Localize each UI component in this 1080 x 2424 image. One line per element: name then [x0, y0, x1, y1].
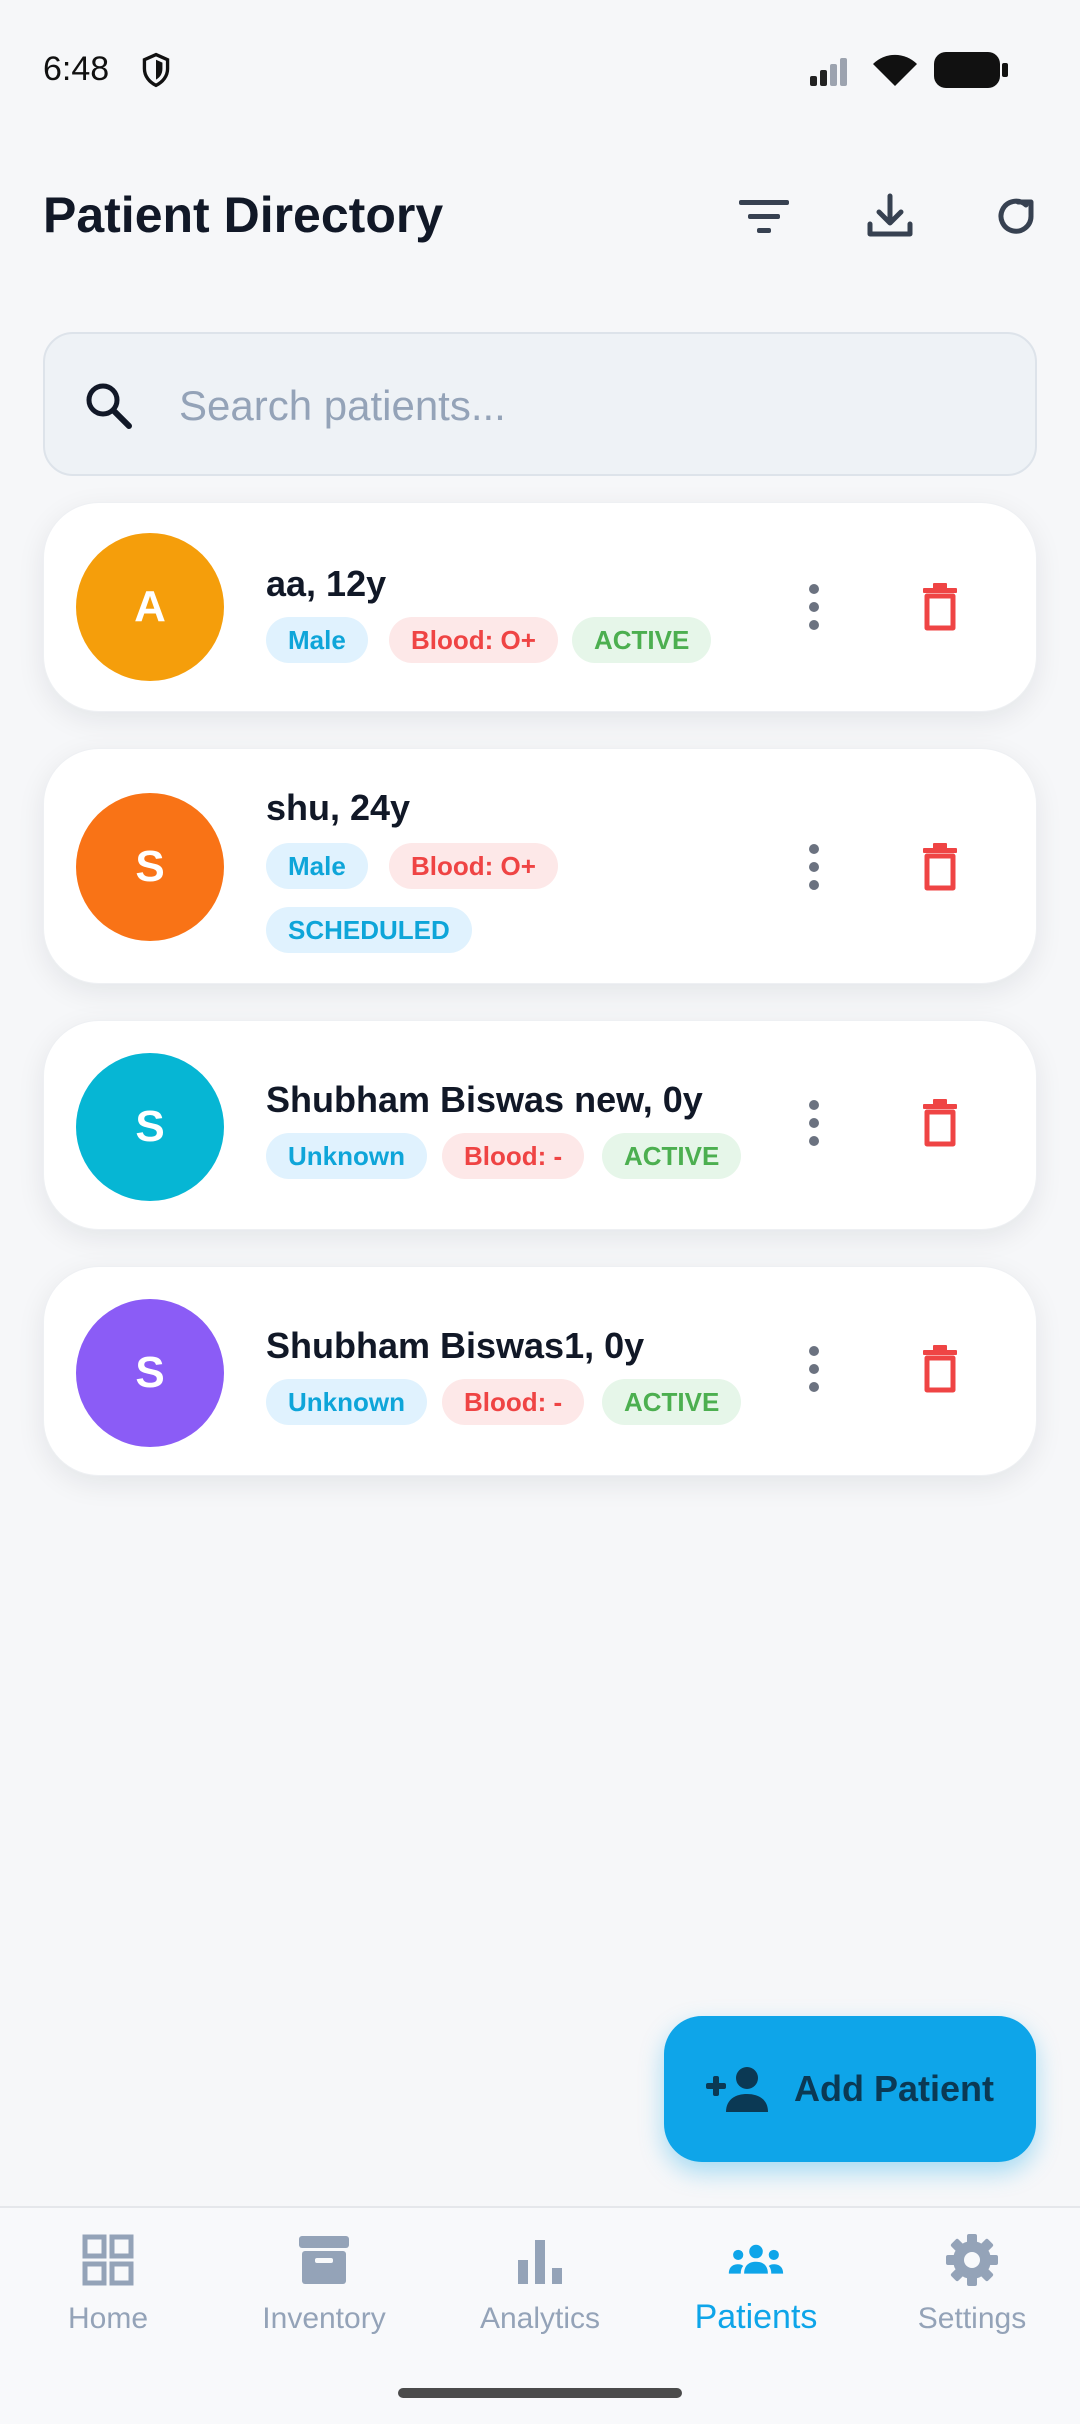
blood-type-badge: Blood: -: [442, 1379, 585, 1425]
patient-name: shu, 24y: [266, 787, 411, 828]
search-icon: [86, 383, 132, 429]
gender-badge: Unknown: [266, 1133, 427, 1179]
app-screen: 6:48 Patient Directory Search patients..…: [0, 0, 1080, 2424]
blood-type-badge: Blood: O+: [389, 617, 558, 663]
filter-icon: [739, 200, 789, 233]
blood-type-badge: Blood: -: [442, 1133, 585, 1179]
avatar: A: [76, 533, 224, 681]
people-icon: [728, 2244, 784, 2274]
delete-button[interactable]: [908, 1083, 972, 1163]
trash-icon: [923, 1099, 957, 1147]
nav-label-analytics: Analytics: [479, 2302, 601, 2335]
trash-icon: [923, 843, 957, 891]
patient-card[interactable]: S Shubham Biswas1, 0y Unknown Blood: - A…: [43, 1266, 1037, 1476]
add-patient-label: Add Patient: [794, 2068, 995, 2109]
status-badge: SCHEDULED: [266, 907, 472, 953]
nav-label-patients: Patients: [694, 2298, 818, 2336]
nav-label-home: Home: [67, 2302, 149, 2335]
battery-icon: [934, 52, 1008, 88]
more-options-button[interactable]: [782, 1329, 846, 1409]
patient-card[interactable]: S Shubham Biswas new, 0y Unknown Blood: …: [43, 1020, 1037, 1230]
more-vertical-icon: [809, 584, 819, 630]
avatar: S: [76, 793, 224, 941]
patient-name: Shubham Biswas new, 0y: [266, 1079, 703, 1120]
avatar: S: [76, 1299, 224, 1447]
gender-badge: Male: [266, 843, 368, 889]
nav-item-analytics[interactable]: Analytics: [432, 2208, 648, 2358]
nav-item-home[interactable]: Home: [0, 2208, 216, 2358]
filter-button[interactable]: [734, 186, 794, 246]
bar-chart-icon: [518, 2240, 562, 2284]
nav-item-patients[interactable]: Patients: [648, 2208, 864, 2358]
nav-item-inventory[interactable]: Inventory: [216, 2208, 432, 2358]
refresh-button[interactable]: [986, 186, 1046, 246]
trash-icon: [923, 1345, 957, 1393]
nav-item-settings[interactable]: Settings: [864, 2208, 1080, 2358]
status-badge: ACTIVE: [572, 617, 712, 663]
download-button[interactable]: [860, 186, 920, 246]
blood-type-badge: Blood: O+: [389, 843, 558, 889]
add-patient-button[interactable]: Add Patient: [664, 2016, 1036, 2162]
patient-card[interactable]: A aa, 12y Male Blood: O+ ACTIVE: [43, 502, 1037, 712]
more-options-button[interactable]: [782, 1083, 846, 1163]
grid-icon: [82, 2234, 134, 2286]
nav-label-settings: Settings: [917, 2302, 1027, 2335]
status-time: 6:48: [43, 50, 110, 88]
status-bar: 6:48: [0, 0, 1080, 140]
gear-icon: [946, 2234, 998, 2286]
refresh-icon: [998, 198, 1034, 234]
delete-button[interactable]: [908, 1329, 972, 1409]
delete-button[interactable]: [908, 827, 972, 907]
signal-icon: [810, 58, 847, 86]
search-input[interactable]: [179, 364, 999, 448]
archive-icon: [299, 2236, 349, 2284]
shield-icon: [142, 52, 170, 88]
status-badge: ACTIVE: [602, 1133, 742, 1179]
status-badge: ACTIVE: [602, 1379, 742, 1425]
more-vertical-icon: [809, 1100, 819, 1146]
nav-label-inventory: Inventory: [262, 2302, 386, 2335]
page-title: Patient Directory: [43, 187, 444, 243]
person-add-icon: [706, 2067, 768, 2112]
more-vertical-icon: [809, 1346, 819, 1392]
patient-name: Shubham Biswas1, 0y: [266, 1325, 645, 1366]
trash-icon: [923, 583, 957, 631]
avatar: S: [76, 1053, 224, 1201]
patient-card[interactable]: S shu, 24y Male Blood: O+ SCHEDULED: [43, 748, 1037, 984]
more-vertical-icon: [809, 844, 819, 890]
status-icons: [810, 52, 1008, 88]
wifi-icon: [873, 54, 917, 86]
home-indicator[interactable]: [398, 2388, 682, 2398]
search-bar[interactable]: [43, 332, 1037, 476]
gender-badge: Male: [266, 617, 368, 663]
download-icon: [867, 193, 913, 237]
patient-name: aa, 12y: [266, 563, 387, 604]
delete-button[interactable]: [908, 567, 972, 647]
more-options-button[interactable]: [782, 567, 846, 647]
more-options-button[interactable]: [782, 827, 846, 907]
gender-badge: Unknown: [266, 1379, 427, 1425]
